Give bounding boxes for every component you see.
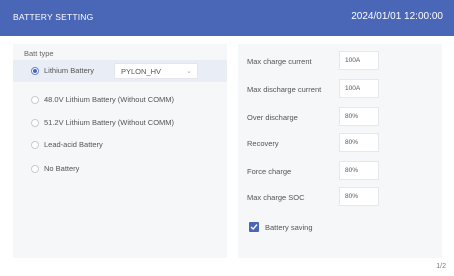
- radio-unselected-icon[interactable]: [31, 119, 39, 127]
- battery-type-panel: Batt type Lithium Battery PYLON_HV ⌄ 48.…: [13, 44, 227, 258]
- radio-unselected-icon[interactable]: [31, 165, 39, 173]
- max-charge-soc-row: Max charge SOC 80%: [238, 186, 442, 206]
- max-charge-soc-input[interactable]: 80%: [339, 187, 379, 206]
- battery-option-label: 48.0V Lithium Battery (Without COMM): [44, 95, 175, 104]
- checkmark-icon: [250, 224, 258, 231]
- force-charge-value: 80%: [345, 167, 359, 174]
- battery-setting-screen: BATTERY SETTING 2024/01/01 12:00:00 Batt…: [0, 0, 454, 276]
- battery-option-no-battery[interactable]: No Battery: [13, 158, 227, 180]
- over-discharge-label: Over discharge: [247, 113, 298, 122]
- battery-saving-label: Battery saving: [265, 223, 313, 232]
- radio-selected-icon[interactable]: [31, 67, 39, 75]
- battery-saving-checkbox[interactable]: [249, 222, 259, 232]
- battery-option-51v-lithium[interactable]: 51.2V Lithium Battery (Without COMM): [13, 112, 227, 134]
- battery-option-label: Lithium Battery: [44, 66, 95, 75]
- max-charge-current-row: Max charge current 100A: [238, 50, 442, 70]
- recovery-input[interactable]: 80%: [339, 133, 379, 152]
- battery-parameters-panel: Max charge current 100A Max discharge cu…: [238, 44, 442, 258]
- battery-option-label: No Battery: [44, 164, 80, 173]
- header-bar: BATTERY SETTING 2024/01/01 12:00:00: [0, 0, 454, 36]
- battery-option-lead-acid[interactable]: Lead-acid Battery: [13, 134, 227, 156]
- recovery-label: Recovery: [247, 139, 279, 148]
- page-title: BATTERY SETTING: [13, 12, 94, 22]
- max-discharge-current-value: 100A: [345, 85, 361, 92]
- battery-type-label: Batt type: [24, 49, 54, 58]
- chevron-down-icon: ⌄: [186, 68, 192, 75]
- max-charge-soc-label: Max charge SOC: [247, 193, 305, 202]
- max-discharge-current-input[interactable]: 100A: [339, 79, 379, 98]
- max-discharge-current-label: Max discharge current: [247, 85, 322, 94]
- max-charge-soc-value: 80%: [345, 193, 359, 200]
- battery-option-lithium[interactable]: Lithium Battery PYLON_HV ⌄: [13, 60, 227, 82]
- over-discharge-value: 80%: [345, 113, 359, 120]
- max-charge-current-label: Max charge current: [247, 57, 312, 66]
- radio-unselected-icon[interactable]: [31, 96, 39, 104]
- recovery-value: 80%: [345, 139, 359, 146]
- max-charge-current-input[interactable]: 100A: [339, 51, 379, 70]
- force-charge-row: Force charge 80%: [238, 160, 442, 180]
- over-discharge-input[interactable]: 80%: [339, 107, 379, 126]
- protocol-dropdown[interactable]: PYLON_HV ⌄: [114, 63, 198, 79]
- radio-unselected-icon[interactable]: [31, 141, 39, 149]
- battery-option-label: Lead-acid Battery: [44, 140, 103, 149]
- battery-option-48v-lithium[interactable]: 48.0V Lithium Battery (Without COMM): [13, 89, 227, 111]
- max-discharge-current-row: Max discharge current 100A: [238, 78, 442, 98]
- battery-option-label: 51.2V Lithium Battery (Without COMM): [44, 118, 175, 127]
- over-discharge-row: Over discharge 80%: [238, 106, 442, 126]
- force-charge-label: Force charge: [247, 167, 292, 176]
- force-charge-input[interactable]: 80%: [339, 161, 379, 180]
- max-charge-current-value: 100A: [345, 57, 361, 64]
- datetime-display: 2024/01/01 12:00:00: [351, 11, 443, 22]
- recovery-row: Recovery 80%: [238, 132, 442, 152]
- protocol-dropdown-value: PYLON_HV: [121, 67, 162, 76]
- page-indicator: 1/2: [436, 263, 446, 270]
